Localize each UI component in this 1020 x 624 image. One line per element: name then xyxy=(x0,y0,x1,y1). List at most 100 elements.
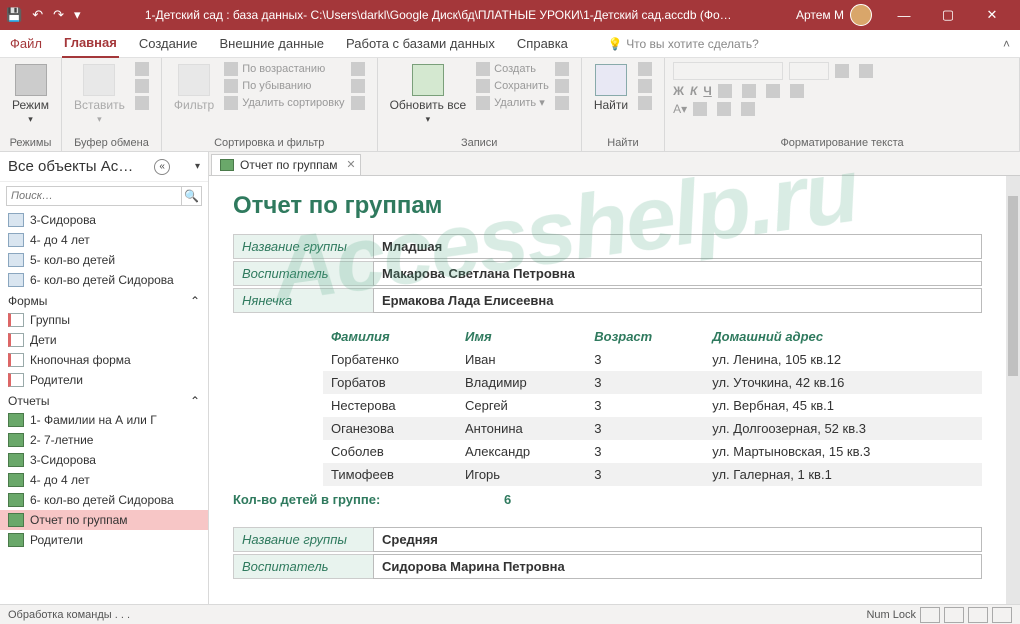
paste-button[interactable]: Вставить▾ xyxy=(70,62,129,127)
select-button[interactable] xyxy=(638,96,656,110)
group-records-label: Записи xyxy=(386,135,573,149)
report-icon xyxy=(8,453,24,467)
nav-title[interactable]: Все объекты Ac… xyxy=(8,158,133,175)
nav-search[interactable]: 🔍 xyxy=(6,186,202,206)
qat-undo-icon[interactable]: ↶ xyxy=(32,7,43,23)
group-views-label: Режимы xyxy=(8,135,53,149)
tab-file[interactable]: Файл xyxy=(8,30,44,57)
totals-button[interactable] xyxy=(555,62,573,76)
form-icon xyxy=(8,313,24,327)
nav-dropdown-icon[interactable]: ▾ xyxy=(195,161,200,172)
nav-report-item[interactable]: Родители xyxy=(0,530,208,550)
sort-desc-button[interactable]: По убыванию xyxy=(224,79,344,93)
minimize-button[interactable]: — xyxy=(882,0,926,30)
more-records-button[interactable] xyxy=(555,96,573,110)
view-button[interactable]: Режим▾ xyxy=(8,62,53,127)
font-size-box[interactable] xyxy=(789,62,829,80)
fill-icon[interactable] xyxy=(717,102,731,116)
new-record-button[interactable]: Создать xyxy=(476,62,549,76)
qat-save-icon[interactable]: 💾 xyxy=(6,7,22,23)
document-tab[interactable]: Отчет по группам ✕ xyxy=(211,154,361,175)
sort-asc-button[interactable]: По возрастанию xyxy=(224,62,344,76)
replace-button[interactable] xyxy=(638,62,656,76)
indent-inc-icon[interactable] xyxy=(859,64,873,78)
qat-redo-icon[interactable]: ↷ xyxy=(53,7,64,23)
nav-report-item[interactable]: Отчет по группам xyxy=(0,510,208,530)
align-center-icon[interactable] xyxy=(742,84,756,98)
indent-dec-icon[interactable] xyxy=(835,64,849,78)
vertical-scrollbar[interactable] xyxy=(1006,176,1020,604)
filter-button[interactable]: Фильтр xyxy=(170,62,218,114)
nav-form-item[interactable]: Группы xyxy=(0,310,208,330)
nav-query-item[interactable]: 4- до 4 лет xyxy=(0,230,208,250)
nav-query-item[interactable]: 6- кол-во детей Сидорова xyxy=(0,270,208,290)
nav-report-item[interactable]: 6- кол-во детей Сидорова xyxy=(0,490,208,510)
align-icon[interactable] xyxy=(741,102,755,116)
group-format-label: Форматирование текста xyxy=(673,135,1011,149)
avatar[interactable] xyxy=(850,4,872,26)
query-icon xyxy=(8,233,24,247)
find-button[interactable]: Найти xyxy=(590,62,632,114)
nav-collapse-icon[interactable]: « xyxy=(154,159,170,175)
nav-category-forms[interactable]: Формы⌃ xyxy=(0,290,208,310)
tell-me[interactable]: 💡 Что вы хотите сделать? xyxy=(608,37,985,51)
tab-external-data[interactable]: Внешние данные xyxy=(217,30,326,57)
nav-form-item[interactable]: Кнопочная форма xyxy=(0,350,208,370)
nav-form-item[interactable]: Родители xyxy=(0,370,208,390)
search-icon[interactable]: 🔍 xyxy=(181,187,201,205)
report-preview[interactable]: Отчет по группам Название группы Младшая… xyxy=(209,176,1020,604)
nav-query-item[interactable]: 5- кол-во детей xyxy=(0,250,208,270)
highlight-icon[interactable] xyxy=(693,102,707,116)
toggle-filter-button[interactable] xyxy=(351,96,369,110)
close-tab-icon[interactable]: ✕ xyxy=(346,158,355,171)
nav-category-reports[interactable]: Отчеты⌃ xyxy=(0,390,208,410)
view-report-icon[interactable] xyxy=(920,607,940,623)
report-title: Отчет по группам xyxy=(233,192,982,220)
align-right-icon[interactable] xyxy=(766,84,780,98)
selection-filter-button[interactable] xyxy=(351,62,369,76)
advanced-filter-button[interactable] xyxy=(351,79,369,93)
scrollbar-thumb[interactable] xyxy=(1008,196,1018,376)
tab-create[interactable]: Создание xyxy=(137,30,200,57)
nav-report-item[interactable]: 2- 7-летние xyxy=(0,430,208,450)
delete-record-button[interactable]: Удалить ▾ xyxy=(476,96,549,110)
value-nanny: Ермакова Лада Елисеевна xyxy=(373,288,982,313)
report-icon xyxy=(8,533,24,547)
align-left-icon[interactable] xyxy=(718,84,732,98)
grid-icon[interactable] xyxy=(790,84,804,98)
ribbon-collapse-icon[interactable]: ˄ xyxy=(1003,37,1010,51)
restore-button[interactable]: ▢ xyxy=(926,0,970,30)
goto-icon xyxy=(638,79,652,93)
nav-form-item[interactable]: Дети xyxy=(0,330,208,350)
format-painter-button[interactable] xyxy=(135,96,153,110)
view-print-icon[interactable] xyxy=(944,607,964,623)
tab-database-tools[interactable]: Работа с базами данных xyxy=(344,30,497,57)
nav-report-item[interactable]: 4- до 4 лет xyxy=(0,470,208,490)
document-area: Отчет по группам ✕ Отчет по группам Назв… xyxy=(209,152,1020,604)
copy-button[interactable] xyxy=(135,79,153,93)
font-name-box[interactable] xyxy=(673,62,783,80)
underline-button[interactable]: Ч xyxy=(703,84,711,98)
goto-button[interactable] xyxy=(638,79,656,93)
bold-button[interactable]: Ж xyxy=(673,84,684,98)
nav-query-item[interactable]: 3-Сидорова xyxy=(0,210,208,230)
tab-help[interactable]: Справка xyxy=(515,30,570,57)
tab-title: Отчет по группам xyxy=(240,158,338,172)
close-button[interactable]: ✕ xyxy=(970,0,1014,30)
nav-report-item[interactable]: 1- Фамилии на А или Г xyxy=(0,410,208,430)
view-layout-icon[interactable] xyxy=(968,607,988,623)
font-color-button[interactable]: A▾ xyxy=(673,102,687,116)
user-name[interactable]: Артем М xyxy=(796,8,844,22)
save-record-button[interactable]: Сохранить xyxy=(476,79,549,93)
nav-search-input[interactable] xyxy=(7,187,181,205)
spelling-button[interactable] xyxy=(555,79,573,93)
view-icon xyxy=(15,64,47,96)
refresh-all-button[interactable]: Обновить все▾ xyxy=(386,62,471,127)
nav-report-item[interactable]: 3-Сидорова xyxy=(0,450,208,470)
cut-button[interactable] xyxy=(135,62,153,76)
view-design-icon[interactable] xyxy=(992,607,1012,623)
sort-clear-button[interactable]: Удалить сортировку xyxy=(224,96,344,110)
italic-button[interactable]: К xyxy=(690,84,697,98)
tab-home[interactable]: Главная xyxy=(62,29,119,58)
value-educator: Сидорова Марина Петровна xyxy=(373,554,982,579)
